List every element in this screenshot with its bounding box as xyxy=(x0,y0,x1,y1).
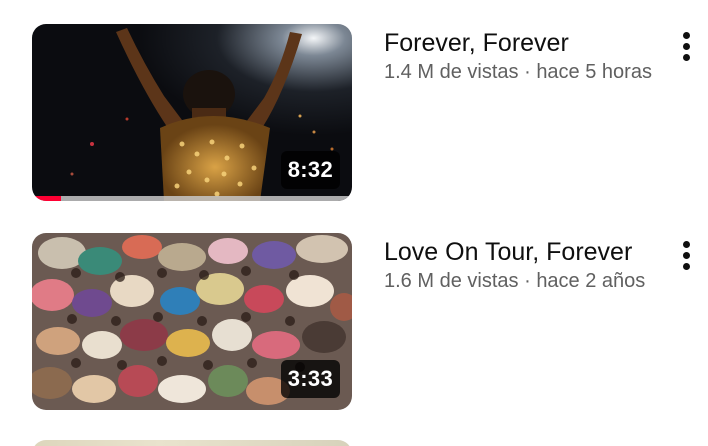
video-thumbnail[interactable]: 8:32 xyxy=(32,24,352,201)
meta-separator: · xyxy=(524,270,531,292)
view-count: 1.4 M de vistas xyxy=(384,61,519,83)
video-title[interactable]: Love On Tour, Forever xyxy=(384,233,674,268)
meta-separator: · xyxy=(524,61,531,83)
more-vertical-icon[interactable] xyxy=(672,237,702,277)
video-metadata[interactable]: Forever, Forever 1.4 M de vistas · hace … xyxy=(384,24,674,85)
video-stats: 1.4 M de vistas · hace 5 horas xyxy=(384,59,690,85)
view-count: 1.6 M de vistas xyxy=(384,270,519,292)
video-stats: 1.6 M de vistas · hace 2 años xyxy=(384,268,690,294)
video-thumbnail[interactable]: 3:33 xyxy=(32,233,352,410)
video-item[interactable]: 8:32 Forever, Forever 1.4 M de vistas · … xyxy=(0,24,708,202)
watch-progress-bar xyxy=(32,196,352,201)
video-metadata[interactable]: Love On Tour, Forever 1.6 M de vistas · … xyxy=(384,233,674,294)
video-item[interactable]: 3:33 Love On Tour, Forever 1.6 M de vist… xyxy=(0,233,708,411)
watch-progress-fill xyxy=(32,196,61,201)
video-thumbnail[interactable] xyxy=(32,440,352,446)
video-title[interactable]: Forever, Forever xyxy=(384,24,674,59)
more-vertical-icon[interactable] xyxy=(672,28,702,68)
video-duration: 8:32 xyxy=(280,151,340,189)
video-feed: 8:32 Forever, Forever 1.4 M de vistas · … xyxy=(0,0,708,446)
upload-age: hace 5 horas xyxy=(536,61,652,83)
upload-age: hace 2 años xyxy=(536,270,646,292)
video-duration: 3:33 xyxy=(280,360,340,398)
